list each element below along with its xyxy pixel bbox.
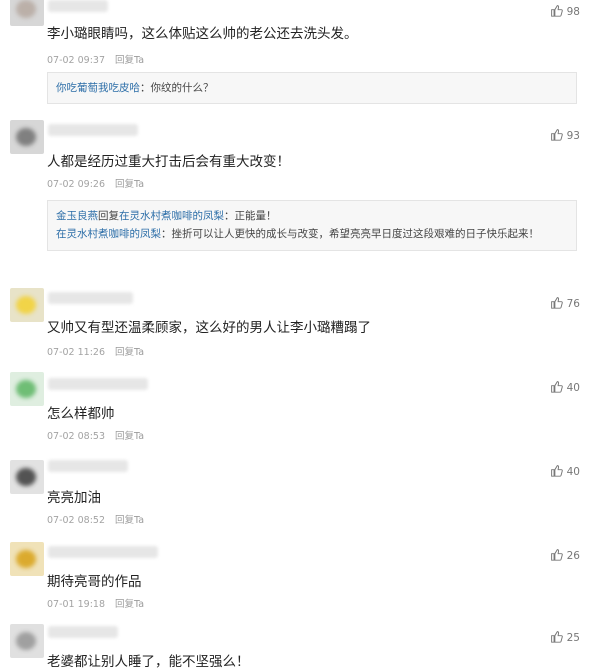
timestamp: 07-01 19:18 bbox=[47, 599, 106, 610]
quote-text: ：你纹的什么？ bbox=[140, 82, 214, 94]
like-count: 40 bbox=[566, 382, 580, 394]
timestamp: 07-02 08:52 bbox=[47, 515, 106, 526]
like-count: 26 bbox=[566, 550, 580, 562]
comment-meta: 07-02 09:26 回复Ta bbox=[47, 176, 144, 190]
like-button[interactable]: 93 bbox=[550, 128, 580, 142]
username-blurred[interactable] bbox=[48, 0, 108, 12]
thumbs-up-icon bbox=[550, 381, 563, 393]
quote-line: 金玉良燕回复在灵水村煮咖啡的凤梨：正能量！ bbox=[56, 207, 568, 225]
comment-meta: 07-02 08:52 回复Ta bbox=[47, 512, 144, 526]
quote-username[interactable]: 金玉良燕 bbox=[56, 210, 98, 222]
avatar[interactable] bbox=[10, 624, 44, 658]
like-button[interactable]: 40 bbox=[550, 464, 580, 478]
quote-reply-word: 回复 bbox=[98, 210, 119, 222]
quoted-reply: 你吃葡萄我吃皮哈：你纹的什么？ bbox=[47, 72, 577, 105]
like-button[interactable]: 76 bbox=[550, 296, 580, 310]
quote-target-username[interactable]: 在灵水村煮咖啡的凤梨 bbox=[119, 210, 224, 222]
like-button[interactable]: 98 bbox=[550, 4, 580, 18]
username-blurred[interactable] bbox=[48, 546, 158, 558]
quote-line: 在灵水村煮咖啡的凤梨：挫折可以让人更快的成长与改变，希望亮亮早日度过这段艰难的日… bbox=[56, 225, 568, 243]
comment-text: 期待亮哥的作品 bbox=[47, 574, 142, 590]
like-button[interactable]: 40 bbox=[550, 380, 580, 394]
like-count: 98 bbox=[566, 6, 580, 18]
thumbs-up-icon bbox=[550, 465, 563, 477]
comment-text: 又帅又有型还温柔顾家，这么好的男人让李小璐糟蹋了 bbox=[47, 320, 371, 336]
timestamp: 07-02 09:37 bbox=[47, 55, 106, 66]
comment-text: 老婆都让别人睡了，能不坚强么！ bbox=[47, 654, 250, 670]
comment-text: 怎么样都帅 bbox=[47, 406, 115, 422]
timestamp: 07-02 11:26 bbox=[47, 347, 106, 358]
reply-link[interactable]: 回复Ta bbox=[115, 599, 144, 610]
username-blurred[interactable] bbox=[48, 378, 148, 390]
timestamp: 07-02 09:26 bbox=[47, 179, 106, 190]
thumbs-up-icon bbox=[550, 631, 563, 643]
avatar[interactable] bbox=[10, 372, 44, 406]
like-button[interactable]: 26 bbox=[550, 548, 580, 562]
timestamp: 07-02 08:53 bbox=[47, 431, 106, 442]
reply-link[interactable]: 回复Ta bbox=[115, 431, 144, 442]
thumbs-up-icon bbox=[550, 297, 563, 309]
like-count: 76 bbox=[566, 298, 580, 310]
thumbs-up-icon bbox=[550, 5, 563, 17]
like-button[interactable]: 25 bbox=[550, 630, 580, 644]
username-blurred[interactable] bbox=[48, 124, 138, 136]
quote-username[interactable]: 在灵水村煮咖啡的凤梨 bbox=[56, 228, 161, 240]
quote-username[interactable]: 你吃葡萄我吃皮哈 bbox=[56, 82, 140, 94]
username-blurred[interactable] bbox=[48, 292, 133, 304]
like-count: 40 bbox=[566, 466, 580, 478]
avatar[interactable] bbox=[10, 120, 44, 154]
comment-meta: 07-02 08:53 回复Ta bbox=[47, 428, 144, 442]
comment-text: 人都是经历过重大打击后会有重大改变！ bbox=[47, 154, 290, 170]
avatar[interactable] bbox=[10, 0, 44, 26]
comment-meta: 07-02 09:37 回复Ta bbox=[47, 52, 144, 66]
like-count: 25 bbox=[566, 632, 580, 644]
comment-meta: 07-02 11:26 回复Ta bbox=[47, 344, 144, 358]
comment-text: 亮亮加油 bbox=[47, 490, 101, 506]
comment-text: 李小璐眼睛吗，这么体贴这么帅的老公还去洗头发。 bbox=[47, 26, 358, 42]
thumbs-up-icon bbox=[550, 549, 563, 561]
like-count: 93 bbox=[566, 130, 580, 142]
reply-link[interactable]: 回复Ta bbox=[115, 515, 144, 526]
username-blurred[interactable] bbox=[48, 626, 118, 638]
reply-link[interactable]: 回复Ta bbox=[115, 179, 144, 190]
reply-link[interactable]: 回复Ta bbox=[115, 55, 144, 66]
reply-link[interactable]: 回复Ta bbox=[115, 347, 144, 358]
avatar[interactable] bbox=[10, 288, 44, 322]
username-blurred[interactable] bbox=[48, 460, 128, 472]
quote-text: ：正能量！ bbox=[224, 210, 277, 222]
quote-text: ：挫折可以让人更快的成长与改变，希望亮亮早日度过这段艰难的日子快乐起来！ bbox=[161, 228, 539, 241]
quoted-replies: 金玉良燕回复在灵水村煮咖啡的凤梨：正能量！ 在灵水村煮咖啡的凤梨：挫折可以让人更… bbox=[47, 200, 577, 251]
thumbs-up-icon bbox=[550, 129, 563, 141]
avatar[interactable] bbox=[10, 460, 44, 494]
avatar[interactable] bbox=[10, 542, 44, 576]
comment-meta: 07-01 19:18 回复Ta bbox=[47, 596, 144, 610]
